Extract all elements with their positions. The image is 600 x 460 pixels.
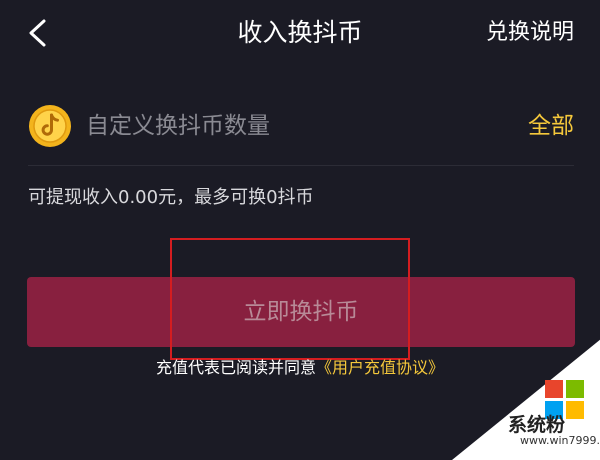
divider	[28, 165, 574, 166]
watermark-text: 系统粉	[508, 414, 566, 436]
exchange-help-link[interactable]: 兑换说明	[486, 17, 574, 49]
balance-note: 可提现收入0.00元，最多可换0抖币	[28, 187, 314, 208]
douyin-coin-icon	[29, 105, 71, 147]
exchange-all-button[interactable]: 全部	[528, 109, 574, 143]
exchange-amount-row: 全部	[0, 92, 600, 162]
watermark-url: www.win7999.com	[520, 434, 600, 447]
agreement-text: 充值代表已阅读并同意	[155, 358, 316, 377]
exchange-amount-input[interactable]	[86, 109, 476, 143]
site-watermark: 系统粉 www.win7999.com	[452, 330, 600, 460]
user-recharge-agreement-link[interactable]: 《用户充值协议》	[316, 358, 444, 377]
header-bar: 收入换抖币 兑换说明	[0, 0, 600, 66]
